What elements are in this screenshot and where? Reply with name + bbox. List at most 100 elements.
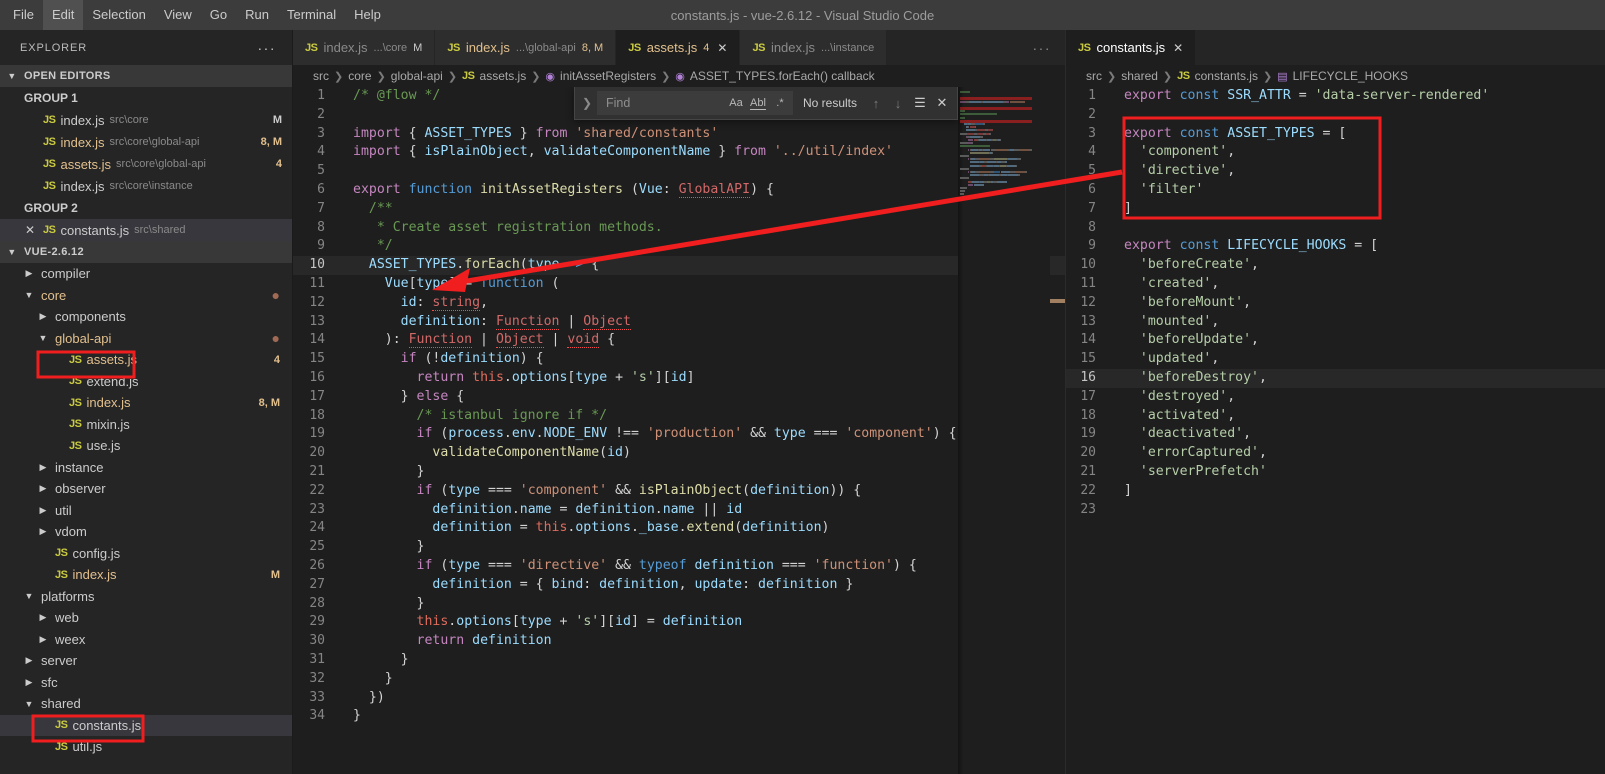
- code-text[interactable]: 'beforeCreate',: [1116, 256, 1605, 275]
- menu-item-help[interactable]: Help: [345, 0, 390, 30]
- close-icon[interactable]: ✕: [1173, 41, 1183, 55]
- tree-file-index-js[interactable]: JS index.js 8, M: [0, 392, 292, 414]
- tree-folder-global-api[interactable]: ▼ global-api ●: [0, 328, 292, 350]
- code-line[interactable]: 16 return this.options[type + 's'][id]: [293, 369, 1065, 388]
- code-text[interactable]: 'updated',: [1116, 350, 1605, 369]
- code-text[interactable]: }: [345, 463, 1065, 482]
- code-line[interactable]: 13 'mounted',: [1066, 313, 1605, 332]
- code-text[interactable]: }: [345, 707, 1065, 726]
- menu-item-view[interactable]: View: [155, 0, 201, 30]
- breadcrumb-right[interactable]: src ❯ shared ❯ JS constants.js ❯ ▤ LIFEC…: [1066, 65, 1605, 87]
- code-line[interactable]: 2: [1066, 106, 1605, 125]
- code-line[interactable]: 6 'filter': [1066, 181, 1605, 200]
- code-text[interactable]: ASSET_TYPES.forEach(type => {: [345, 256, 1065, 275]
- close-icon[interactable]: ✕: [22, 223, 38, 237]
- tree-folder-compiler[interactable]: ▶ compiler: [0, 263, 292, 285]
- tree-file-extend-js[interactable]: JS extend.js: [0, 371, 292, 393]
- open-editor-constants-js[interactable]: ✕ JS constants.js src\shared: [0, 219, 292, 241]
- menu-item-run[interactable]: Run: [236, 0, 278, 30]
- code-text[interactable]: }: [345, 670, 1065, 689]
- find-widget[interactable]: ❯ Find Aa Abl .* No results ↑ ↓ ☰ ✕: [573, 87, 958, 120]
- toggle-replace-icon[interactable]: ❯: [577, 96, 597, 110]
- tab-index-core[interactable]: JS index.js ...\core M: [293, 30, 436, 65]
- open-editor-index-global-api[interactable]: JS index.js src\core\global-api 8, M: [0, 131, 292, 153]
- tab-constants-js[interactable]: JS constants.js ✕: [1066, 30, 1197, 65]
- tree-folder-instance[interactable]: ▶ instance: [0, 457, 292, 479]
- code-text[interactable]: import { ASSET_TYPES } from 'shared/cons…: [345, 125, 1065, 144]
- tree-file-config-js[interactable]: JS config.js: [0, 543, 292, 565]
- tree-file-constants-js[interactable]: JS constants.js: [0, 714, 292, 736]
- menu-item-edit[interactable]: Edit: [42, 0, 84, 30]
- code-text[interactable]: }: [345, 538, 1065, 557]
- breadcrumb-item-core[interactable]: core: [348, 69, 371, 83]
- code-text[interactable]: 'mounted',: [1116, 313, 1605, 332]
- breadcrumb-item-src[interactable]: src: [313, 69, 329, 83]
- code-text[interactable]: * Create asset registration methods.: [345, 219, 1065, 238]
- find-input[interactable]: Find Aa Abl .*: [596, 91, 793, 115]
- code-text[interactable]: return this.options[type + 's'][id]: [345, 369, 1065, 388]
- code-text[interactable]: if (type === 'directive' && typeof defin…: [345, 557, 1065, 576]
- code-line[interactable]: 34}: [293, 707, 1065, 726]
- tree-file-index-js[interactable]: JS index.js M: [0, 564, 292, 586]
- menu-item-terminal[interactable]: Terminal: [278, 0, 345, 30]
- code-text[interactable]: 'errorCaptured',: [1116, 444, 1605, 463]
- breadcrumb-item-initassetregisters[interactable]: initAssetRegisters: [560, 69, 656, 83]
- code-line[interactable]: 24 definition = this.options._base.exten…: [293, 519, 1065, 538]
- code-text[interactable]: /**: [345, 200, 1065, 219]
- code-line[interactable]: 30 return definition: [293, 632, 1065, 651]
- code-line[interactable]: 15 'updated',: [1066, 350, 1605, 369]
- tree-folder-observer[interactable]: ▶ observer: [0, 478, 292, 500]
- code-line[interactable]: 3 export const ASSET_TYPES = [: [1066, 125, 1605, 144]
- code-line[interactable]: 17 'destroyed',: [1066, 388, 1605, 407]
- code-line[interactable]: 1 export const SSR_ATTR = 'data-server-re…: [1066, 87, 1605, 106]
- code-text[interactable]: /* istanbul ignore if */: [345, 407, 1065, 426]
- code-line[interactable]: 11 Vue[type] = function (: [293, 275, 1065, 294]
- code-text[interactable]: 'created',: [1116, 275, 1605, 294]
- code-text[interactable]: Vue[type] = function (: [345, 275, 1065, 294]
- code-line[interactable]: 5 'directive',: [1066, 162, 1605, 181]
- code-line[interactable]: 7]: [1066, 200, 1605, 219]
- previous-match-icon[interactable]: ↑: [865, 96, 887, 111]
- code-line[interactable]: 20 validateComponentName(id): [293, 444, 1065, 463]
- open-editor-index-instance[interactable]: JS index.js src\core\instance: [0, 175, 292, 197]
- editor-left[interactable]: 1/* @flow */2 3 import { ASSET_TYPES } fro…: [293, 87, 1065, 774]
- minimap-left[interactable]: [958, 87, 1050, 774]
- code-line[interactable]: 4 'component',: [1066, 143, 1605, 162]
- code-line[interactable]: 33 }): [293, 689, 1065, 708]
- code-line[interactable]: 15 if (!definition) {: [293, 350, 1065, 369]
- code-line[interactable]: 14 'beforeUpdate',: [1066, 331, 1605, 350]
- code-line[interactable]: 18 'activated',: [1066, 407, 1605, 426]
- open-editor-index-core[interactable]: JS index.js src\core M: [0, 109, 292, 131]
- code-text[interactable]: 'destroyed',: [1116, 388, 1605, 407]
- code-line[interactable]: 19 if (process.env.NODE_ENV !== 'product…: [293, 425, 1065, 444]
- code-text[interactable]: 'serverPrefetch': [1116, 463, 1605, 482]
- tab-index-instance[interactable]: JS index.js ...\instance: [740, 30, 888, 65]
- code-text[interactable]: import { isPlainObject, validateComponen…: [345, 143, 1065, 162]
- code-line[interactable]: 26 if (type === 'directive' && typeof de…: [293, 557, 1065, 576]
- code-text[interactable]: validateComponentName(id): [345, 444, 1065, 463]
- tree-file-mixin-js[interactable]: JS mixin.js: [0, 414, 292, 436]
- code-line[interactable]: 7 /**: [293, 200, 1065, 219]
- breadcrumb-item-shared[interactable]: shared: [1121, 69, 1158, 83]
- code-text[interactable]: return definition: [345, 632, 1065, 651]
- code-content-left[interactable]: 1/* @flow */2 3 import { ASSET_TYPES } fro…: [293, 87, 1065, 774]
- code-text[interactable]: export function initAssetRegisters (Vue:…: [345, 181, 1065, 200]
- open-editor-assets-js[interactable]: JS assets.js src\core\global-api 4: [0, 153, 292, 175]
- code-text[interactable]: definition.name = definition.name || id: [345, 501, 1065, 520]
- breadcrumb-item-global-api[interactable]: global-api: [391, 69, 443, 83]
- code-text[interactable]: if (process.env.NODE_ENV !== 'production…: [345, 425, 1065, 444]
- tree-file-use-js[interactable]: JS use.js: [0, 435, 292, 457]
- menu-item-file[interactable]: File: [4, 0, 43, 30]
- tab-assets-js[interactable]: JS assets.js 4 ✕: [616, 30, 741, 65]
- code-text[interactable]: ]: [1116, 200, 1605, 219]
- code-text[interactable]: 'filter': [1116, 181, 1605, 200]
- code-text[interactable]: definition = this.options._base.extend(d…: [345, 519, 1065, 538]
- code-text[interactable]: 'beforeMount',: [1116, 294, 1605, 313]
- code-text[interactable]: this.options[type + 's'][id] = definitio…: [345, 613, 1065, 632]
- code-text[interactable]: 'component',: [1116, 143, 1605, 162]
- code-line[interactable]: 28 }: [293, 595, 1065, 614]
- code-line[interactable]: 6 export function initAssetRegisters (Vue…: [293, 181, 1065, 200]
- tree-folder-components[interactable]: ▶ components: [0, 306, 292, 328]
- tree-file-util-js[interactable]: JS util.js: [0, 736, 292, 758]
- code-line[interactable]: 9 */: [293, 237, 1065, 256]
